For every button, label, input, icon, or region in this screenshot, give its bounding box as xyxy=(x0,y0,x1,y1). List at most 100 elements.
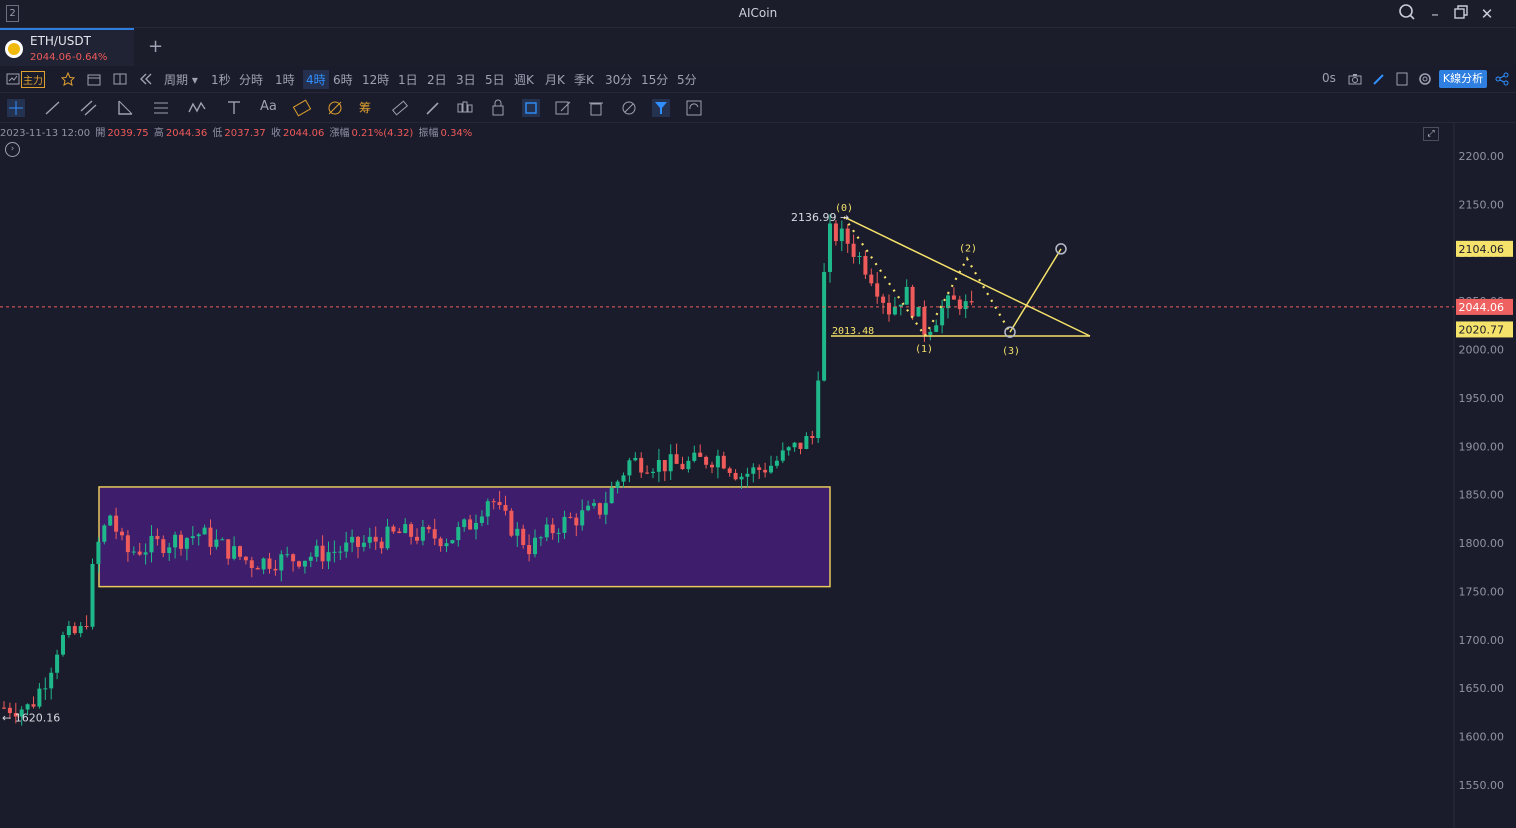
period-6[interactable]: 1日 xyxy=(398,71,418,88)
y-tick-label: 1750.00 xyxy=(1459,585,1505,598)
chip-tool-icon[interactable]: 筹 xyxy=(359,99,377,117)
candle-body xyxy=(66,626,71,636)
candle-body xyxy=(887,302,891,315)
candle-body xyxy=(875,283,880,297)
candle-body xyxy=(479,516,484,523)
settings-icon[interactable] xyxy=(1418,71,1432,85)
restore-icon[interactable] xyxy=(1450,3,1472,25)
ohlc-close: 2044.06 xyxy=(282,128,325,139)
candle-body xyxy=(515,528,520,536)
minimize-icon[interactable]: – xyxy=(1424,3,1446,25)
candle-body xyxy=(946,295,950,309)
text-tool-icon[interactable]: Aa xyxy=(260,99,278,117)
period-4[interactable]: 6時 xyxy=(333,71,353,88)
magnet-icon[interactable] xyxy=(522,99,540,117)
candle-body xyxy=(2,707,6,709)
pencil-icon[interactable] xyxy=(1372,71,1386,85)
kline-analysis-button[interactable]: K線分析 xyxy=(1439,70,1487,88)
period-0[interactable]: 1秒 xyxy=(211,71,231,88)
candle-body xyxy=(361,542,366,547)
period-3[interactable]: 4時 xyxy=(303,70,329,89)
parallel-channel-icon[interactable] xyxy=(80,99,98,117)
candle-body xyxy=(892,306,897,315)
candle-body xyxy=(810,436,815,439)
tab-eth-usdt[interactable]: ETH/USDT 2044.06 -0.64% xyxy=(0,28,134,66)
candle-body xyxy=(733,472,738,480)
share-icon[interactable] xyxy=(1495,71,1509,86)
chart-area[interactable]: (0) (1) (2) (3) 2136.99 → 2013.48 ← 1620.16 220… xyxy=(0,123,1516,828)
collapse-indicator-icon[interactable]: › xyxy=(5,142,20,157)
period-10[interactable]: 週K xyxy=(514,71,534,88)
close-icon[interactable]: ✕ xyxy=(1476,3,1498,25)
candle-body xyxy=(249,560,254,568)
chart-type-icon[interactable] xyxy=(6,71,20,85)
candle-tool-icon[interactable] xyxy=(456,99,474,117)
ruler-icon[interactable] xyxy=(391,99,409,117)
candle-body xyxy=(940,308,945,326)
candle-body xyxy=(609,487,614,504)
candle-body xyxy=(161,539,166,554)
eraser-icon[interactable] xyxy=(620,99,638,117)
period-1[interactable]: 分時 xyxy=(239,71,263,88)
tab-change: -0.64% xyxy=(72,52,108,63)
layout-icon[interactable] xyxy=(113,71,127,85)
camera-icon[interactable] xyxy=(1348,71,1362,85)
period-13[interactable]: 30分 xyxy=(605,71,632,88)
horizontal-lines-icon[interactable] xyxy=(152,99,170,117)
candle-body xyxy=(845,228,850,244)
level-mark-label: 2013.48 xyxy=(832,326,874,337)
add-tab-icon[interactable]: + xyxy=(148,36,163,57)
period-9[interactable]: 5日 xyxy=(485,71,505,88)
calendar-icon[interactable] xyxy=(87,71,101,86)
period-14[interactable]: 15分 xyxy=(641,71,668,88)
filter-icon[interactable] xyxy=(652,99,670,117)
ohlc-amp-label: 振幅 xyxy=(418,128,439,139)
favorite-icon[interactable] xyxy=(60,71,76,86)
candle-body xyxy=(562,516,567,533)
candle-body xyxy=(639,457,644,473)
candle-body xyxy=(497,502,502,506)
candle-body xyxy=(621,475,626,482)
period-8[interactable]: 3日 xyxy=(456,71,476,88)
candle-body xyxy=(409,524,414,537)
candle-body xyxy=(521,528,526,546)
wave-tool-icon[interactable] xyxy=(188,99,206,117)
candle-body xyxy=(574,517,579,526)
sync-icon[interactable] xyxy=(685,99,703,117)
ohlc-low: 2037.37 xyxy=(224,128,266,139)
angle-tool-icon[interactable] xyxy=(116,99,134,117)
candle-body xyxy=(544,524,549,538)
period-11[interactable]: 月K xyxy=(545,71,565,88)
fibonacci-icon[interactable] xyxy=(292,99,312,117)
candle-body xyxy=(916,306,921,317)
main-indicator-tag[interactable]: 主力 xyxy=(21,71,45,88)
candle-body xyxy=(668,454,673,472)
brush-icon[interactable] xyxy=(424,99,442,117)
period-12[interactable]: 季K xyxy=(574,71,594,88)
candle-body xyxy=(120,531,124,536)
search-icon[interactable] xyxy=(1396,3,1418,25)
candle-body xyxy=(739,476,744,480)
candle-body xyxy=(149,535,154,553)
period-5[interactable]: 12時 xyxy=(362,71,389,88)
candlestick-chart[interactable]: (0)(1)(2)(3)2136.99 →2013.48← 1620.16220… xyxy=(0,123,1516,828)
app-title: AICoin xyxy=(738,6,778,20)
period-2[interactable]: 1時 xyxy=(275,71,295,88)
period-15[interactable]: 5分 xyxy=(677,71,697,88)
candle-body xyxy=(314,545,319,557)
period-7[interactable]: 2日 xyxy=(427,71,447,88)
candle-body xyxy=(226,539,231,559)
lock-icon[interactable] xyxy=(489,99,507,117)
trash-icon[interactable] xyxy=(587,99,605,117)
rewind-icon[interactable] xyxy=(139,71,153,85)
gann-icon[interactable] xyxy=(326,99,344,117)
crosshair-tool-icon[interactable] xyxy=(7,99,25,117)
period-dropdown[interactable]: 周期 ▾ xyxy=(164,71,198,88)
trendline-tool-icon[interactable] xyxy=(44,99,62,117)
note-icon[interactable] xyxy=(1395,71,1409,86)
edit-icon[interactable] xyxy=(554,99,572,117)
tab-bar: ETH/USDT 2044.06 -0.64% + xyxy=(0,28,1516,66)
text-cursor-icon[interactable] xyxy=(225,99,243,117)
title-bar: 2 AICoin – ✕ xyxy=(0,0,1516,28)
fullscreen-icon[interactable]: ⤢ xyxy=(1423,127,1439,141)
